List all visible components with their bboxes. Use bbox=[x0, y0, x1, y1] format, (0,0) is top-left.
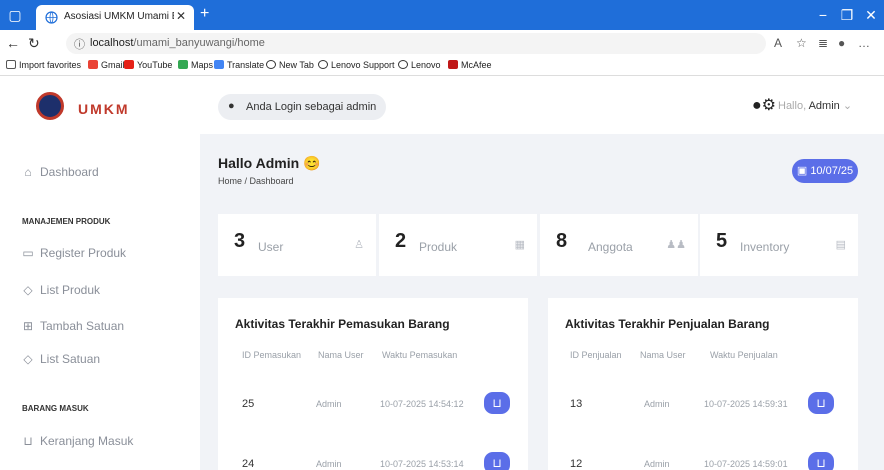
bookmarks-bar: Import favorites Gmail YouTube Maps Tran… bbox=[0, 57, 884, 76]
address-toolbar: ← ↻ ⓘ localhost/umami_banyuwangi/home A … bbox=[0, 30, 884, 57]
user-icon: ♙ bbox=[354, 239, 364, 251]
cart-icon: ⊔ bbox=[492, 456, 502, 470]
bookmark-gmail[interactable]: Gmail bbox=[88, 60, 125, 70]
url-text[interactable]: localhost/umami_banyuwangi/home bbox=[90, 37, 265, 49]
column-header: Nama User bbox=[640, 350, 686, 360]
boxes-icon: ▦ bbox=[514, 239, 525, 251]
back-icon[interactable]: ← bbox=[6, 35, 20, 51]
cart-icon: ⊔ bbox=[816, 456, 826, 470]
bookmark-mcafee[interactable]: McAfee bbox=[448, 60, 492, 70]
user-menu[interactable]: Hallo, Admin ⌄ bbox=[778, 99, 852, 112]
tab-title: Asosiasi UMKM Umami Banyuwa bbox=[64, 11, 174, 22]
page-title: Hallo Admin 😊 bbox=[218, 155, 321, 171]
box-icon: ◇ bbox=[23, 352, 33, 366]
warehouse-icon: ▤ bbox=[835, 239, 846, 251]
close-window-icon[interactable]: ✕ bbox=[860, 4, 882, 26]
cart-icon: ⊔ bbox=[816, 396, 826, 410]
cart-icon: ⊔ bbox=[492, 396, 502, 410]
app-topbar: ● Anda Login sebagai admin ●⚙ Hallo, Adm… bbox=[200, 76, 884, 134]
stat-card-user[interactable]: 3 User ♙ bbox=[218, 214, 376, 276]
browser-titlebar: ▢ Asosiasi UMKM Umami Banyuwa ✕ + − ❐ ✕ bbox=[0, 0, 884, 30]
browser-tab[interactable]: Asosiasi UMKM Umami Banyuwa ✕ bbox=[36, 5, 194, 30]
maps-icon bbox=[178, 60, 188, 69]
breadcrumb: Home / Dashboard bbox=[218, 176, 294, 186]
bookmark-maps[interactable]: Maps bbox=[178, 60, 213, 70]
panel-title: Aktivitas Terakhir Penjualan Barang bbox=[565, 317, 770, 331]
calendar-icon: ▣ bbox=[796, 165, 808, 177]
bookmark-translate[interactable]: Translate bbox=[214, 60, 264, 70]
restore-icon[interactable]: ❐ bbox=[836, 4, 858, 26]
address-bar[interactable]: ⓘ localhost/umami_banyuwangi/home bbox=[66, 33, 766, 54]
favorites-icon[interactable]: ≣ bbox=[818, 36, 828, 50]
close-tab-icon[interactable]: ✕ bbox=[176, 9, 186, 23]
read-aloud-icon[interactable]: A bbox=[774, 36, 782, 50]
home-icon: ⌂ bbox=[24, 165, 32, 179]
column-header: Nama User bbox=[318, 350, 364, 360]
sidebar: UMKM ⌂ Dashboard MANAJEMEN PRODUK ▭ Regist… bbox=[0, 76, 200, 470]
umkm-logo-icon[interactable] bbox=[36, 92, 64, 120]
favorite-star-icon[interactable]: ☆ bbox=[796, 36, 807, 50]
stat-card-anggota[interactable]: 8 Anggota ♟♟ bbox=[540, 214, 698, 276]
section-manajemen-produk: MANAJEMEN PRODUK bbox=[22, 217, 111, 226]
cart-icon: ⊔ bbox=[23, 434, 33, 448]
refresh-icon[interactable]: ↻ bbox=[28, 35, 40, 52]
translate-icon bbox=[214, 60, 224, 69]
bookmark-youtube[interactable]: YouTube bbox=[124, 60, 172, 70]
globe-icon bbox=[266, 60, 276, 69]
panel-title: Aktivitas Terakhir Pemasukan Barang bbox=[235, 317, 450, 331]
users-icon: ♟♟ bbox=[666, 239, 686, 251]
profile-icon[interactable]: ● bbox=[838, 36, 845, 50]
stat-card-produk[interactable]: 2 Produk ▦ bbox=[379, 214, 537, 276]
user-settings-icon[interactable]: ●⚙ bbox=[752, 95, 776, 115]
sidebar-item-register-produk[interactable]: ▭ Register Produk bbox=[22, 246, 126, 260]
youtube-icon bbox=[124, 60, 134, 69]
section-barang-masuk: BARANG MASUK bbox=[22, 404, 89, 413]
column-header: ID Penjualan bbox=[570, 350, 622, 360]
sidebar-item-list-produk[interactable]: ◇ List Produk bbox=[22, 283, 100, 297]
user-icon: ● bbox=[228, 100, 235, 112]
globe-icon bbox=[318, 60, 328, 69]
stats-row: 3 User ♙ 2 Produk ▦ 8 Anggota ♟♟ 5 Inven… bbox=[218, 214, 858, 276]
more-icon[interactable]: … bbox=[858, 36, 870, 50]
globe-icon bbox=[398, 60, 408, 69]
cart-button[interactable]: ⊔ bbox=[484, 392, 510, 414]
new-tab-icon[interactable]: + bbox=[200, 5, 209, 23]
logo-text[interactable]: UMKM bbox=[78, 101, 130, 117]
mcafee-icon bbox=[448, 60, 458, 69]
column-header: ID Pemasukan bbox=[242, 350, 302, 360]
column-header: Waktu Pemasukan bbox=[382, 350, 458, 360]
panel-pemasukan: Aktivitas Terakhir Pemasukan Barang ID P… bbox=[218, 298, 528, 470]
globe-icon bbox=[45, 11, 58, 24]
bookmark-import[interactable]: Import favorites bbox=[6, 60, 81, 70]
tab-actions-icon[interactable]: ▢ bbox=[4, 4, 26, 26]
stat-card-inventory[interactable]: 5 Inventory ▤ bbox=[700, 214, 858, 276]
bookmark-lenovo[interactable]: Lenovo bbox=[398, 60, 441, 70]
sidebar-item-keranjang-masuk[interactable]: ⊔ Keranjang Masuk bbox=[22, 434, 133, 448]
clipboard-icon: ▭ bbox=[22, 246, 34, 260]
import-icon bbox=[6, 60, 16, 69]
box-icon: ◇ bbox=[23, 283, 33, 297]
sidebar-item-list-satuan[interactable]: ◇ List Satuan bbox=[22, 352, 100, 366]
info-icon[interactable]: ⓘ bbox=[74, 36, 85, 52]
login-status: ● Anda Login sebagai admin bbox=[218, 94, 386, 120]
cart-button[interactable]: ⊔ bbox=[484, 452, 510, 470]
minimize-icon[interactable]: − bbox=[812, 4, 834, 26]
smile-icon: 😊 bbox=[303, 155, 321, 171]
cart-button[interactable]: ⊔ bbox=[808, 392, 834, 414]
sidebar-item-tambah-satuan[interactable]: ⊞ Tambah Satuan bbox=[22, 319, 124, 333]
bookmark-lenovo-support[interactable]: Lenovo Support bbox=[318, 60, 395, 70]
panel-penjualan: Aktivitas Terakhir Penjualan Barang ID P… bbox=[548, 298, 858, 470]
cart-button[interactable]: ⊔ bbox=[808, 452, 834, 470]
date-button[interactable]: ▣ 10/07/25 bbox=[792, 159, 858, 183]
bookmark-new-tab[interactable]: New Tab bbox=[266, 60, 314, 70]
column-header: Waktu Penjualan bbox=[710, 350, 778, 360]
plus-square-icon: ⊞ bbox=[22, 319, 34, 333]
gmail-icon bbox=[88, 60, 98, 69]
sidebar-item-dashboard[interactable]: ⌂ Dashboard bbox=[22, 165, 98, 179]
